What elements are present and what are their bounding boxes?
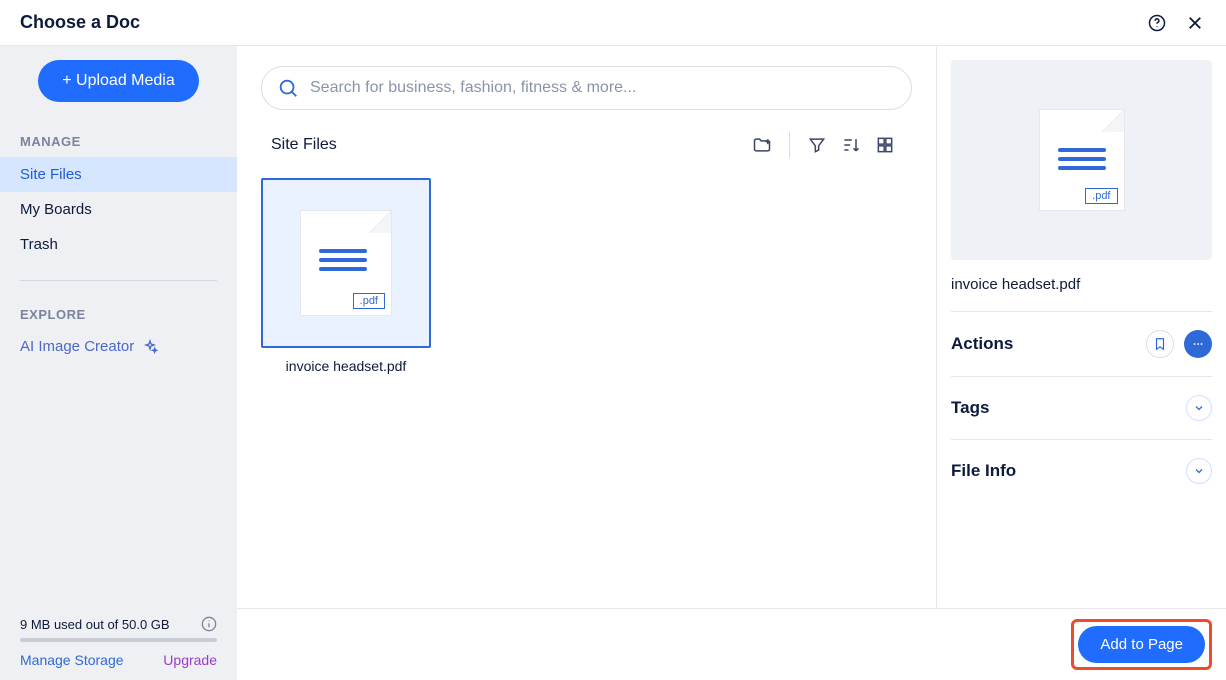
toolbar-separator [789, 132, 790, 158]
sidebar-item-ai-image-creator[interactable]: AI Image Creator [0, 330, 237, 363]
sidebar-item-trash[interactable]: Trash [0, 227, 237, 262]
info-icon[interactable] [201, 616, 217, 632]
explore-section-label: EXPLORE [0, 299, 237, 330]
add-to-page-highlight: Add to Page [1071, 619, 1212, 670]
file-ext-badge: .pdf [353, 293, 385, 309]
tags-section[interactable]: Tags [951, 377, 1212, 439]
chevron-down-icon[interactable] [1186, 395, 1212, 421]
file-info-section[interactable]: File Info [951, 440, 1212, 502]
file-ext-badge: .pdf [1085, 188, 1117, 204]
sidebar: + Upload Media MANAGE Site Files My Boar… [0, 46, 237, 680]
search-icon [277, 77, 299, 99]
help-icon[interactable] [1146, 12, 1168, 34]
content-area: Site Files [237, 46, 937, 680]
sparkle-icon [142, 339, 158, 355]
file-thumbnail[interactable]: .pdf [261, 178, 431, 348]
storage-info: 9 MB used out of 50.0 GB Manage Storage … [0, 616, 237, 680]
dialog-footer: Add to Page [237, 608, 1226, 680]
sort-button[interactable] [834, 128, 868, 162]
details-panel: .pdf invoice headset.pdf Actions [937, 46, 1226, 680]
dialog-title: Choose a Doc [20, 12, 140, 33]
file-item[interactable]: .pdf invoice headset.pdf [261, 178, 431, 374]
bookmark-button[interactable] [1146, 330, 1174, 358]
dialog-header: Choose a Doc [0, 0, 1226, 46]
upload-media-button[interactable]: + Upload Media [38, 60, 199, 102]
manage-section-label: MANAGE [0, 126, 237, 157]
add-to-page-button[interactable]: Add to Page [1078, 626, 1205, 663]
grid-view-button[interactable] [868, 128, 902, 162]
sidebar-item-my-boards[interactable]: My Boards [0, 192, 237, 227]
tags-section-title: Tags [951, 398, 989, 418]
breadcrumb-current: Site Files [271, 136, 337, 154]
ai-image-creator-label: AI Image Creator [20, 338, 134, 355]
storage-bar [20, 638, 217, 642]
details-filename: invoice headset.pdf [951, 276, 1212, 293]
search-input[interactable] [261, 66, 912, 110]
sidebar-item-site-files[interactable]: Site Files [0, 157, 237, 192]
filter-button[interactable] [800, 128, 834, 162]
upgrade-link[interactable]: Upgrade [163, 652, 217, 668]
actions-section-title: Actions [951, 334, 1013, 354]
file-info-section-title: File Info [951, 461, 1016, 481]
file-preview: .pdf [951, 60, 1212, 260]
file-name-label: invoice headset.pdf [286, 358, 407, 374]
close-icon[interactable] [1184, 12, 1206, 34]
document-icon: .pdf [301, 211, 391, 315]
manage-storage-link[interactable]: Manage Storage [20, 652, 124, 668]
document-icon: .pdf [1040, 110, 1124, 210]
sidebar-divider [20, 280, 217, 281]
storage-text: 9 MB used out of 50.0 GB [20, 617, 170, 632]
more-actions-button[interactable] [1184, 330, 1212, 358]
new-folder-button[interactable] [745, 128, 779, 162]
chevron-down-icon[interactable] [1186, 458, 1212, 484]
